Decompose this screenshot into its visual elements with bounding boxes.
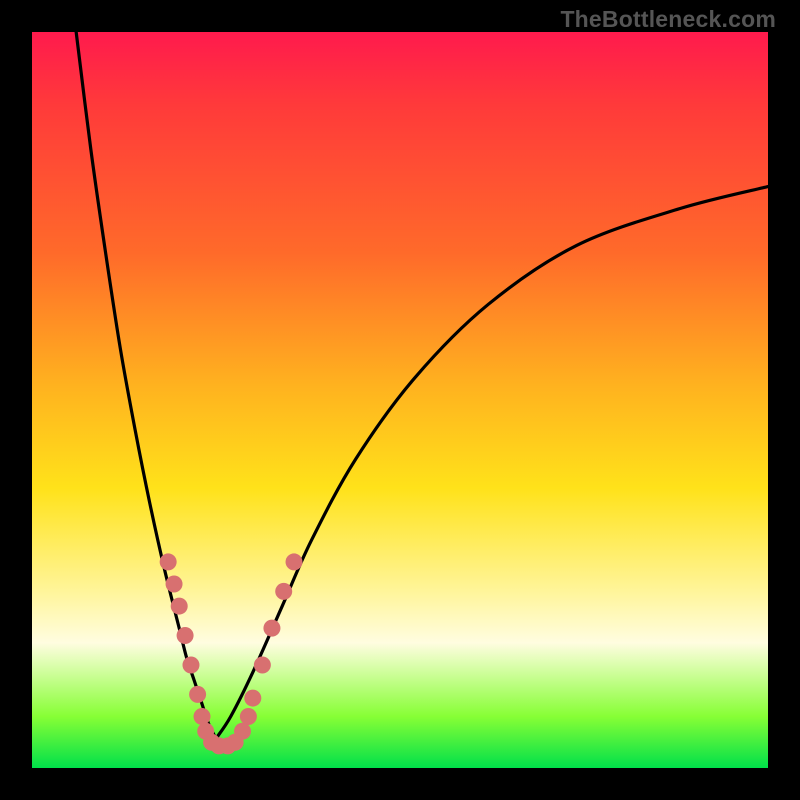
plot-area [32,32,768,768]
marker-dot [171,598,188,615]
chart-svg [32,32,768,768]
marker-dot [166,576,183,593]
marker-dot [240,708,257,725]
curve-left-branch [76,32,216,739]
marker-dot [189,686,206,703]
marker-dot [275,583,292,600]
chart-frame: TheBottleneck.com [0,0,800,800]
marker-dot [286,553,303,570]
marker-dot [177,627,194,644]
curve-right-branch [216,187,768,739]
site-watermark: TheBottleneck.com [560,6,776,33]
marker-dots [160,553,303,754]
marker-dot [254,656,271,673]
marker-dot [194,708,211,725]
marker-dot [244,690,261,707]
marker-dot [160,553,177,570]
marker-dot [234,723,251,740]
marker-dot [263,620,280,637]
marker-dot [182,656,199,673]
